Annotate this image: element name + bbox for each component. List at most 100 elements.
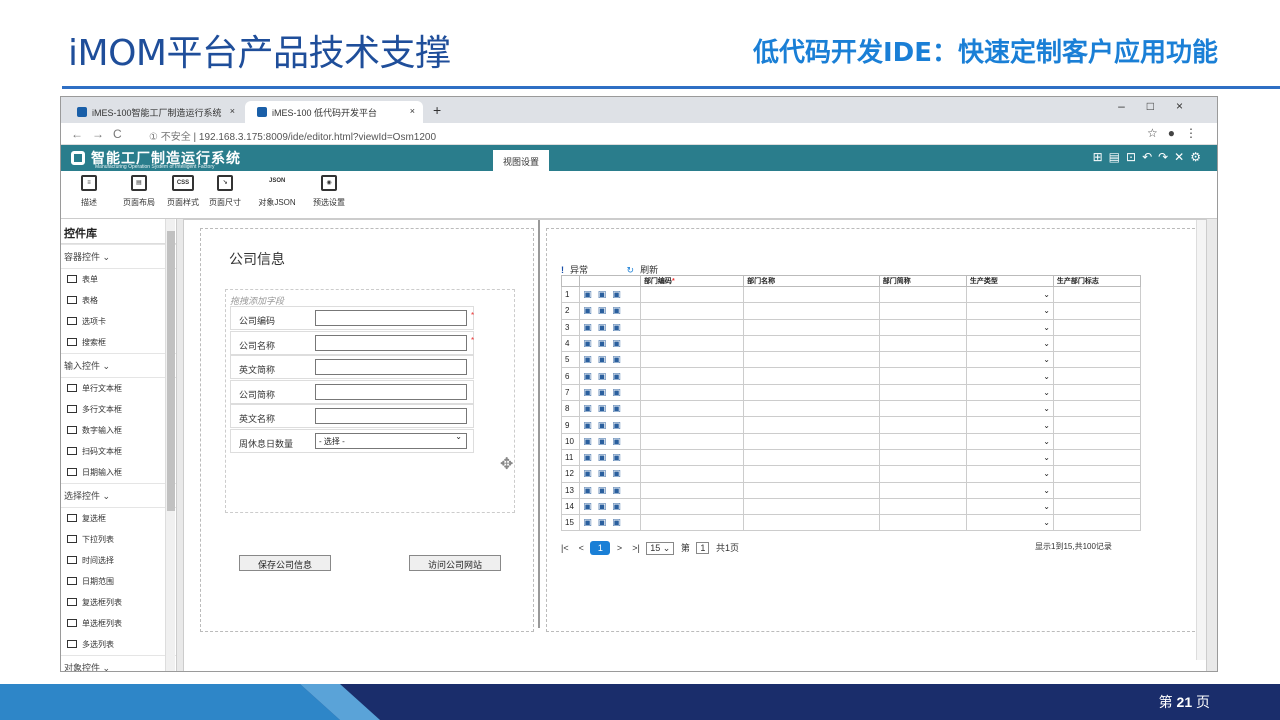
- field-input[interactable]: [315, 383, 467, 400]
- grid-cell[interactable]: [743, 318, 880, 336]
- field-input[interactable]: [315, 310, 467, 326]
- edit-icon[interactable]: ▣: [583, 420, 598, 430]
- grid-cell[interactable]: [743, 400, 880, 418]
- sidebar-item[interactable]: 复选框: [61, 508, 176, 529]
- save-icon[interactable]: ▣: [598, 420, 613, 430]
- page-number-input[interactable]: 1: [696, 542, 710, 554]
- sidebar-item[interactable]: 单行文本框: [61, 378, 176, 399]
- grid-column-header[interactable]: 生产类型: [965, 275, 1054, 287]
- grid-cell[interactable]: [639, 285, 745, 304]
- current-page[interactable]: 1: [590, 541, 611, 555]
- grid-cell[interactable]: [878, 514, 967, 532]
- grid-cell[interactable]: [743, 367, 880, 385]
- edit-icon[interactable]: ▣: [583, 322, 598, 332]
- first-page-button[interactable]: |<: [561, 543, 569, 553]
- edit-icon[interactable]: ▣: [583, 452, 598, 462]
- edit-icon[interactable]: ▣: [583, 371, 598, 381]
- sidebar-item[interactable]: 时间选择: [61, 550, 176, 571]
- sidebar-item[interactable]: 下拉列表: [61, 529, 176, 550]
- edit-icon[interactable]: ▣: [583, 387, 598, 397]
- grid-cell[interactable]: [878, 334, 967, 353]
- save-icon[interactable]: ▣: [598, 452, 613, 462]
- header-tool-icons[interactable]: ⊞▤⊡↶↷✕⚙: [1093, 150, 1207, 164]
- grid-cell[interactable]: [1052, 383, 1142, 402]
- save-icon[interactable]: ▣: [598, 289, 613, 299]
- close-tab-icon[interactable]: ×: [230, 106, 235, 116]
- window-controls[interactable]: –□×: [1118, 99, 1205, 113]
- grid-cell[interactable]: [1052, 448, 1142, 467]
- field-dropzone[interactable]: 拖拽添加字段 公司编码 * 公司名称 * 英文简称 公司简称 英文名称 周休息日数量 - 选择 …: [225, 289, 515, 513]
- grid-cell[interactable]: [878, 432, 967, 450]
- grid-cell[interactable]: [743, 334, 880, 353]
- page-style-button[interactable]: CSS 页面样式: [161, 175, 205, 208]
- grid-cell[interactable]: [743, 285, 880, 304]
- browser-tab-1[interactable]: iMES-100智能工厂制造运行系统 ×: [65, 101, 243, 123]
- object-json-button[interactable]: JSON 对象JSON: [251, 175, 303, 208]
- grid-column-header[interactable]: 部门编码*: [639, 275, 745, 287]
- production-type-select[interactable]: ⌄: [965, 432, 1054, 450]
- grid-cell[interactable]: [878, 481, 967, 499]
- save-icon[interactable]: ▣: [598, 371, 613, 381]
- sidebar-group-header[interactable]: 输入控件 ⌄: [61, 353, 176, 378]
- production-type-select[interactable]: ⌄: [965, 383, 1054, 402]
- save-icon[interactable]: ▣: [598, 403, 613, 413]
- edit-icon[interactable]: ▣: [583, 289, 598, 299]
- sidebar-item[interactable]: 单选框列表: [61, 613, 176, 634]
- view-icon[interactable]: ▣: [612, 485, 627, 495]
- grid-cell[interactable]: [639, 497, 745, 516]
- production-type-select[interactable]: ⌄: [965, 514, 1054, 532]
- canvas-scrollbar[interactable]: [1196, 220, 1206, 660]
- grid-cell[interactable]: [743, 481, 880, 499]
- grid-column-header[interactable]: 生产部门标志: [1052, 275, 1142, 287]
- edit-icon[interactable]: ▣: [583, 338, 598, 348]
- scrollbar-thumb[interactable]: [167, 231, 175, 511]
- grid-cell[interactable]: [1052, 514, 1142, 532]
- production-type-select[interactable]: ⌄: [965, 351, 1054, 369]
- save-icon[interactable]: ▣: [598, 436, 613, 446]
- grid-cell[interactable]: [639, 351, 745, 369]
- view-icon[interactable]: ▣: [612, 468, 627, 478]
- panel-divider[interactable]: [538, 220, 540, 628]
- save-icon[interactable]: ▣: [598, 387, 613, 397]
- tab-view-settings[interactable]: 视图设置: [493, 150, 549, 171]
- save-icon[interactable]: ▣: [598, 322, 613, 332]
- view-icon[interactable]: ▣: [612, 420, 627, 430]
- view-icon[interactable]: ▣: [612, 289, 627, 299]
- grid-cell[interactable]: [878, 497, 967, 516]
- production-type-select[interactable]: ⌄: [965, 481, 1054, 499]
- grid-cell[interactable]: [1052, 432, 1142, 450]
- grid-cell[interactable]: [639, 514, 745, 532]
- grid-column-header[interactable]: [560, 275, 581, 287]
- save-icon[interactable]: ▣: [598, 501, 613, 511]
- grid-cell[interactable]: [639, 302, 745, 320]
- production-type-select[interactable]: ⌄: [965, 367, 1054, 385]
- grid-cell[interactable]: [1052, 334, 1142, 353]
- sidebar-group-header[interactable]: 对象控件 ⌄: [61, 655, 176, 671]
- save-icon[interactable]: ▣: [598, 338, 613, 348]
- export-button[interactable]: ! 异常: [561, 265, 606, 275]
- grid-cell[interactable]: [878, 318, 967, 336]
- view-icon[interactable]: ▣: [612, 452, 627, 462]
- grid-cell[interactable]: [1052, 416, 1142, 434]
- star-profile-menu-icons[interactable]: ☆●⋮: [1147, 126, 1207, 140]
- view-icon[interactable]: ▣: [612, 338, 627, 348]
- grid-cell[interactable]: [878, 400, 967, 418]
- save-company-button[interactable]: 保存公司信息: [239, 555, 331, 571]
- grid-cell[interactable]: [1052, 400, 1142, 418]
- save-icon[interactable]: ▣: [598, 485, 613, 495]
- grid-cell[interactable]: [878, 465, 967, 483]
- production-type-select[interactable]: ⌄: [965, 285, 1054, 304]
- production-type-select[interactable]: ⌄: [965, 318, 1054, 336]
- sidebar-group-header[interactable]: 容器控件 ⌄: [61, 244, 176, 269]
- grid-column-header[interactable]: 部门简称: [878, 275, 967, 287]
- grid-cell[interactable]: [639, 367, 745, 385]
- grid-cell[interactable]: [1052, 318, 1142, 336]
- production-type-select[interactable]: ⌄: [965, 448, 1054, 467]
- view-icon[interactable]: ▣: [612, 354, 627, 364]
- browser-tab-2[interactable]: iMES-100 低代码开发平台 ×: [245, 101, 423, 123]
- grid-cell[interactable]: [878, 302, 967, 320]
- sidebar-item[interactable]: 数字输入框: [61, 420, 176, 441]
- move-handle-icon[interactable]: ✥: [500, 454, 513, 474]
- grid-cell[interactable]: [1052, 367, 1142, 385]
- save-icon[interactable]: ▣: [598, 517, 613, 527]
